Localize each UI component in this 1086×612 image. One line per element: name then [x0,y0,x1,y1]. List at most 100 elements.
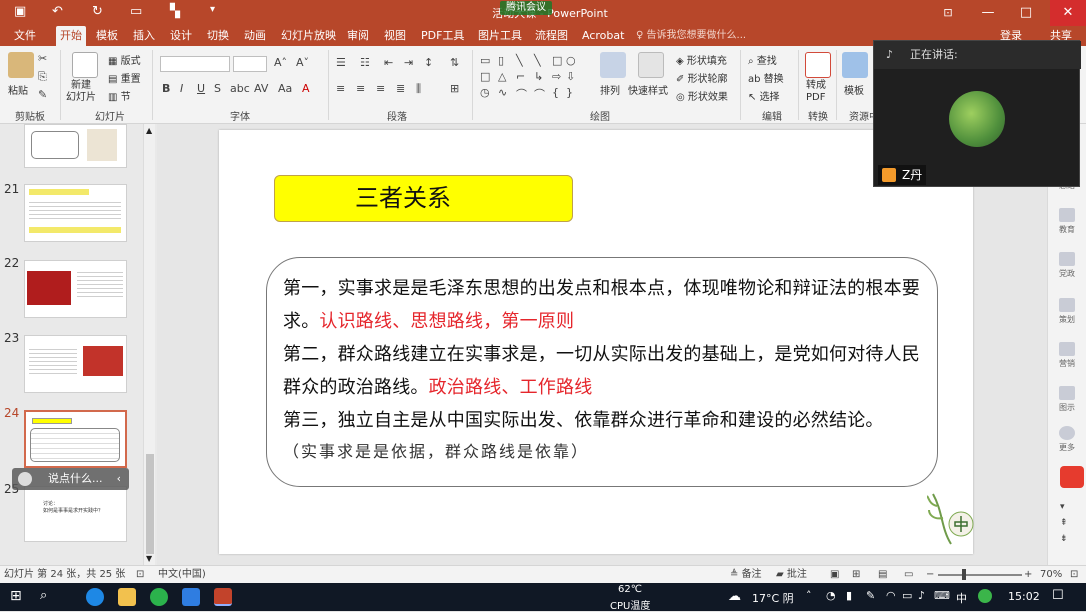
oval-shape-icon[interactable]: ○ [566,54,576,67]
triangle-shape-icon[interactable]: △ [498,70,506,83]
reading-view-icon[interactable]: ▤ [878,566,887,583]
meeting-video-panel[interactable]: ♪ 正在讲话: Z丹 [873,40,1081,187]
section-button[interactable]: ▥ 节 [108,88,131,103]
tab-acrobat[interactable]: Acrobat [578,26,628,46]
brace-left-shape-icon[interactable]: { [552,86,559,99]
copy-icon[interactable]: ⎘ [38,70,47,84]
slideshow-view-icon[interactable]: ▭ [904,566,913,583]
minimize-button[interactable]: — [970,0,1006,26]
tab-file[interactable]: 文件 [10,26,40,46]
replace-button[interactable]: ab 替换 [748,70,784,85]
justify-icon[interactable]: ≣ [396,82,405,95]
slide-sorter-icon[interactable]: ⊞ [852,566,860,583]
decrease-indent-icon[interactable]: ⇤ [384,56,393,69]
windows-start-icon[interactable]: ⊞ [10,588,22,604]
arrow-right-shape-icon[interactable]: ⇨ [552,70,561,83]
freeform-shape-icon[interactable]: ∿ [498,86,507,99]
tab-home[interactable]: 开始 [56,26,86,46]
numbering-icon[interactable]: ☷ [360,56,370,69]
tab-pdf-tools[interactable]: PDF工具 [417,26,468,46]
side-item-marketing[interactable]: 营销 [1052,342,1082,369]
template-button[interactable]: 模板 [844,82,864,97]
save-icon[interactable]: ▣ [14,4,26,19]
slide-thumbnail-25[interactable]: 讨论： 如何是事事是求开实践中？ [24,486,127,542]
side-item-diagram[interactable]: 图示 [1052,386,1082,413]
convert-pdf-button[interactable]: 转成 PDF [806,80,826,104]
volume-icon[interactable]: ♪ [918,589,925,602]
arrange-icon[interactable] [600,52,626,78]
connector-shape-icon[interactable]: ⌐ [516,70,525,83]
security-app-icon[interactable] [978,589,992,603]
tab-picture-tools[interactable]: 图片工具 [474,26,526,46]
pdf-icon[interactable] [805,52,831,78]
content-textbox[interactable]: 第一，实事求是是毛泽东思想的出发点和根本点，体现唯物论和辩证法的根本要求。认识路… [266,257,938,487]
ribbon-display-icon[interactable]: ⊡ [930,0,966,26]
side-item-planning[interactable]: 策划 [1052,298,1082,325]
chevron-left-icon[interactable]: ‹ [117,468,121,490]
align-right-icon[interactable]: ≡ [376,82,385,95]
scroll-thumb[interactable] [146,454,154,554]
wechat-icon[interactable] [150,588,168,606]
tab-design[interactable]: 设计 [166,26,196,46]
font-color-icon[interactable]: A [302,82,310,95]
side-item-education[interactable]: 教育 [1052,208,1082,235]
new-slide-icon[interactable] [72,52,98,78]
tab-transitions[interactable]: 切换 [203,26,233,46]
scroll-down-arrow-icon[interactable]: ▾ [1060,502,1065,512]
line-spacing-icon[interactable]: ↕ [424,56,433,69]
thumbnail-scrollbar[interactable]: ▲ ▼ [143,124,155,565]
shape-effect-button[interactable]: ◎ 形状效果 [676,88,728,103]
layout-icon[interactable]: ▚ [170,4,180,19]
meeting-indicator[interactable]: 腾讯会议 [500,1,552,15]
format-painter-icon[interactable]: ✎ [38,88,47,101]
zoom-in-icon[interactable]: + [1024,566,1032,583]
slide-thumbnail-23[interactable] [24,335,127,393]
comment-input-bar[interactable]: 说点什么... ‹ [12,468,129,490]
italic-icon[interactable]: I [180,82,183,95]
clock[interactable]: 15:02 [1008,590,1040,603]
smartart-icon[interactable]: ⊞ [450,82,459,95]
increase-indent-icon[interactable]: ⇥ [404,56,413,69]
line-shape-icon[interactable]: ╲ [516,54,523,67]
arc-shape-icon[interactable]: ⌒ [534,86,545,102]
tab-slideshow[interactable]: 幻灯片放映 [277,26,340,46]
tab-review[interactable]: 审阅 [343,26,373,46]
comments-button[interactable]: ▰ 批注 [776,566,807,583]
rectangle-shape-icon[interactable]: □ [552,54,562,67]
font-name-select[interactable] [160,56,230,72]
wifi-icon[interactable]: ◠ [886,589,896,602]
customize-qat-icon[interactable]: ▾ [210,4,215,15]
arrow-down-shape-icon[interactable]: ⇩ [566,70,575,83]
scroll-up-icon[interactable]: ▲ [146,126,152,135]
shape-gallery[interactable]: ▭ ▯ ╲ ╲ □ ○ □ △ ⌐ ↳ ⇨ ⇩ ◷ ∿ ⌒ ⌒ { } [478,52,578,102]
callout-shape-icon[interactable]: ◷ [480,86,490,99]
notes-button[interactable]: ≜ 备注 [730,566,762,583]
slide-thumbnail-20[interactable] [24,124,127,168]
shape-outline-button[interactable]: ✐ 形状轮廓 [676,70,728,85]
restore-button[interactable]: □ [1008,0,1044,26]
usb-icon[interactable]: ▮ [846,589,852,602]
shape-fill-button[interactable]: ◈ 形状填充 [676,52,727,67]
template-icon[interactable] [842,52,868,78]
spell-check-icon[interactable]: ⊡ [136,566,144,583]
tab-template[interactable]: 模板 [92,26,122,46]
strikethrough-icon[interactable]: abc [230,82,250,95]
undo-icon[interactable]: ↶ [52,4,63,19]
quick-styles-icon[interactable] [638,52,664,78]
text-direction-icon[interactable]: ⇅ [450,56,459,69]
select-button[interactable]: ↖ 选择 [748,88,780,103]
font-size-select[interactable] [233,56,267,72]
next-slide-icon[interactable]: ⇟ [1060,534,1068,544]
tab-flowchart[interactable]: 流程图 [531,26,572,46]
curve-shape-icon[interactable]: ⌒ [516,86,527,102]
ime-indicator[interactable]: 中 [956,590,967,606]
zoom-slider[interactable] [938,574,1022,576]
side-item-party[interactable]: 党政 [1052,252,1082,279]
reset-button[interactable]: ▤ 重置 [108,70,141,85]
normal-view-icon[interactable]: ▣ [830,566,839,583]
battery-icon[interactable]: ▭ [902,589,912,602]
columns-icon[interactable]: ⫼ [416,82,421,96]
align-center-icon[interactable]: ≡ [356,82,365,95]
brace-right-shape-icon[interactable]: } [566,86,573,99]
tray-app-icon[interactable]: ◔ [826,589,836,602]
